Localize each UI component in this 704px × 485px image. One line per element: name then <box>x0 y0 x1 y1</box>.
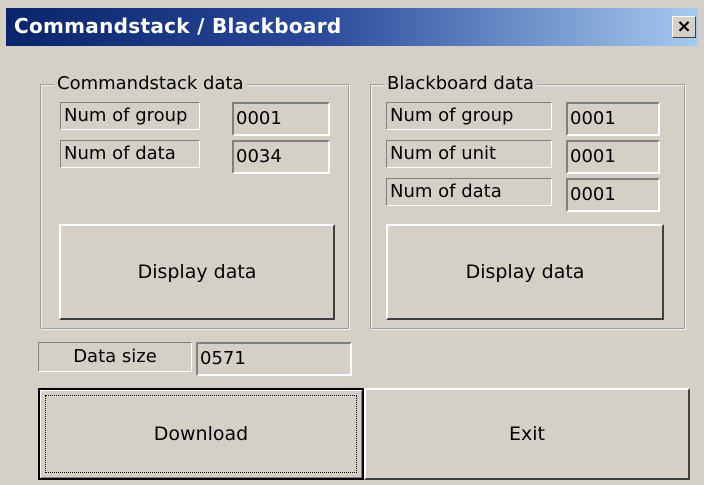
window-title: Commandstack / Blackboard <box>14 14 342 38</box>
bb-display-data-button[interactable]: Display data <box>386 224 664 320</box>
bb-num-group-label: Num of group <box>386 102 552 130</box>
bb-num-unit-label: Num of unit <box>386 140 552 168</box>
cs-display-data-button[interactable]: Display data <box>59 224 335 320</box>
cs-num-data-label: Num of data <box>60 140 200 168</box>
cs-num-data-field: 0034 <box>232 140 330 174</box>
blackboard-group: Blackboard data Num of group 0001 Num of… <box>370 73 686 330</box>
commandstack-group: Commandstack data Num of group 0001 Num … <box>40 73 350 330</box>
bb-num-unit-field: 0001 <box>566 140 660 174</box>
download-button[interactable]: Download <box>38 388 364 480</box>
close-icon: × <box>676 16 692 37</box>
cs-num-group-label: Num of group <box>60 102 200 130</box>
blackboard-legend: Blackboard data <box>384 73 537 94</box>
commandstack-legend: Commandstack data <box>54 73 247 94</box>
close-button[interactable]: × <box>672 16 696 38</box>
cs-num-group-field: 0001 <box>232 102 330 136</box>
data-size-label: Data size <box>38 342 192 372</box>
bb-num-group-field: 0001 <box>566 102 660 136</box>
dialog-window: Commandstack / Blackboard × Commandstack… <box>0 0 704 485</box>
title-bar[interactable]: Commandstack / Blackboard × <box>6 8 698 46</box>
data-size-field: 0571 <box>196 342 352 376</box>
exit-button[interactable]: Exit <box>364 388 690 480</box>
download-focus-ring <box>45 395 357 473</box>
bb-num-data-field: 0001 <box>566 178 660 212</box>
exit-label: Exit <box>509 423 545 445</box>
bb-num-data-label: Num of data <box>386 178 552 206</box>
